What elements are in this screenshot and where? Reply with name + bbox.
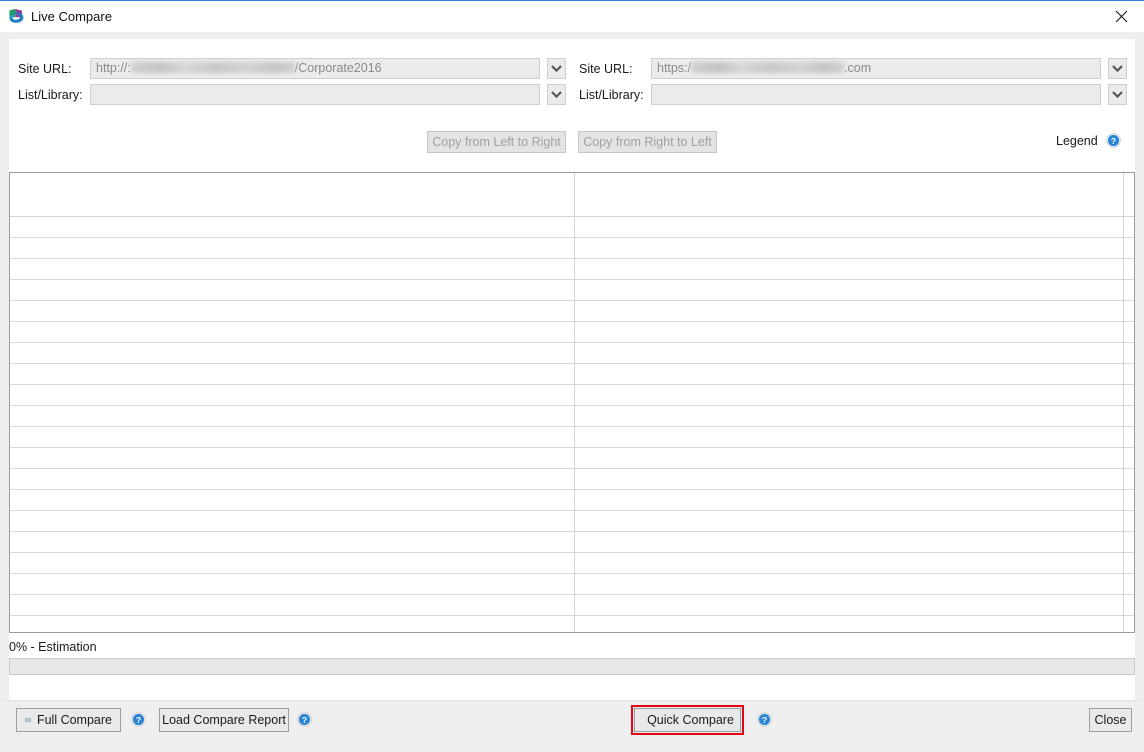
left-list-library-label: List/Library: bbox=[18, 88, 83, 102]
chevron-down-icon bbox=[551, 65, 562, 72]
quick-compare-button[interactable]: Quick Compare bbox=[634, 708, 741, 732]
copy-left-to-right-button[interactable]: Copy from Left to Right bbox=[427, 131, 566, 153]
table-row[interactable] bbox=[10, 574, 1134, 595]
table-row[interactable] bbox=[10, 490, 1134, 511]
table-row[interactable] bbox=[10, 259, 1134, 280]
window-chrome-top bbox=[0, 32, 1144, 39]
left-site-url-label: Site URL: bbox=[18, 62, 72, 76]
grid-header-row bbox=[10, 173, 1134, 217]
quick-compare-help-icon[interactable]: ? bbox=[757, 712, 772, 727]
svg-text:?: ? bbox=[1111, 136, 1116, 146]
full-compare-label: Full Compare bbox=[36, 713, 112, 727]
load-compare-report-button[interactable]: Load Compare Report bbox=[159, 708, 289, 732]
left-site-url-suffix: /Corporate2016 bbox=[294, 61, 382, 75]
grid-column-divider-right[interactable] bbox=[1123, 173, 1124, 632]
table-row[interactable] bbox=[10, 301, 1134, 322]
window-title: Live Compare bbox=[31, 9, 112, 24]
close-icon bbox=[1115, 10, 1127, 23]
left-list-library-dropdown[interactable] bbox=[547, 84, 566, 105]
table-row[interactable] bbox=[10, 343, 1134, 364]
window-chrome-left bbox=[0, 32, 9, 714]
window-chrome-right bbox=[1135, 32, 1144, 714]
table-row[interactable] bbox=[10, 511, 1134, 532]
window-close-button[interactable] bbox=[1098, 1, 1144, 32]
right-list-library-dropdown[interactable] bbox=[1108, 84, 1127, 105]
table-row[interactable] bbox=[10, 406, 1134, 427]
left-site-url-input[interactable]: http://: /Corporate2016 bbox=[90, 58, 540, 79]
full-compare-help-icon[interactable]: ? bbox=[131, 712, 146, 727]
legend-help-icon[interactable]: ? bbox=[1106, 133, 1121, 148]
sliders-icon bbox=[25, 717, 31, 723]
right-site-url-redacted bbox=[691, 62, 845, 73]
left-list-library-input[interactable] bbox=[90, 84, 540, 105]
quick-compare-label: Quick Compare bbox=[647, 713, 734, 727]
progress-bar bbox=[9, 658, 1135, 675]
legend-label: Legend bbox=[1056, 134, 1098, 148]
close-button[interactable]: Close bbox=[1089, 708, 1132, 732]
title-bar: Live Compare bbox=[0, 1, 1144, 32]
right-list-library-input[interactable] bbox=[651, 84, 1101, 105]
svg-text:?: ? bbox=[302, 715, 307, 725]
left-site-url-prefix: http://: bbox=[96, 61, 131, 75]
left-site-url-redacted bbox=[130, 62, 295, 73]
right-list-library-label: List/Library: bbox=[579, 88, 644, 102]
compare-grid[interactable] bbox=[9, 172, 1135, 633]
right-site-url-suffix: .com bbox=[844, 61, 872, 75]
full-compare-button[interactable]: Full Compare bbox=[16, 708, 121, 732]
status-text: 0% - Estimation bbox=[9, 640, 97, 654]
right-site-url-input[interactable]: https:/ .com bbox=[651, 58, 1101, 79]
copy-right-to-left-button[interactable]: Copy from Right to Left bbox=[578, 131, 717, 153]
right-site-url-label: Site URL: bbox=[579, 62, 633, 76]
table-row[interactable] bbox=[10, 385, 1134, 406]
table-row[interactable] bbox=[10, 364, 1134, 385]
live-compare-window: Live Compare Site URL: http://: /Corporat… bbox=[0, 0, 1144, 752]
chevron-down-icon bbox=[1112, 65, 1123, 72]
right-site-url-dropdown[interactable] bbox=[1108, 58, 1127, 79]
load-compare-report-help-icon[interactable]: ? bbox=[297, 712, 312, 727]
table-row[interactable] bbox=[10, 553, 1134, 574]
table-row[interactable] bbox=[10, 469, 1134, 490]
chevron-down-icon bbox=[1112, 91, 1123, 98]
grid-column-divider-center[interactable] bbox=[574, 173, 575, 632]
table-row[interactable] bbox=[10, 595, 1134, 616]
right-site-url-prefix: https:/ bbox=[657, 61, 692, 75]
table-row[interactable] bbox=[10, 427, 1134, 448]
chevron-down-icon bbox=[551, 91, 562, 98]
table-row[interactable] bbox=[10, 322, 1134, 343]
table-row[interactable] bbox=[10, 532, 1134, 553]
table-row[interactable] bbox=[10, 280, 1134, 301]
svg-text:?: ? bbox=[762, 715, 767, 725]
table-row[interactable] bbox=[10, 238, 1134, 259]
left-site-url-dropdown[interactable] bbox=[547, 58, 566, 79]
table-row[interactable] bbox=[10, 448, 1134, 469]
live-compare-logo-icon bbox=[8, 8, 25, 25]
svg-text:?: ? bbox=[136, 715, 141, 725]
table-row[interactable] bbox=[10, 217, 1134, 238]
table-row[interactable] bbox=[10, 616, 1134, 632]
